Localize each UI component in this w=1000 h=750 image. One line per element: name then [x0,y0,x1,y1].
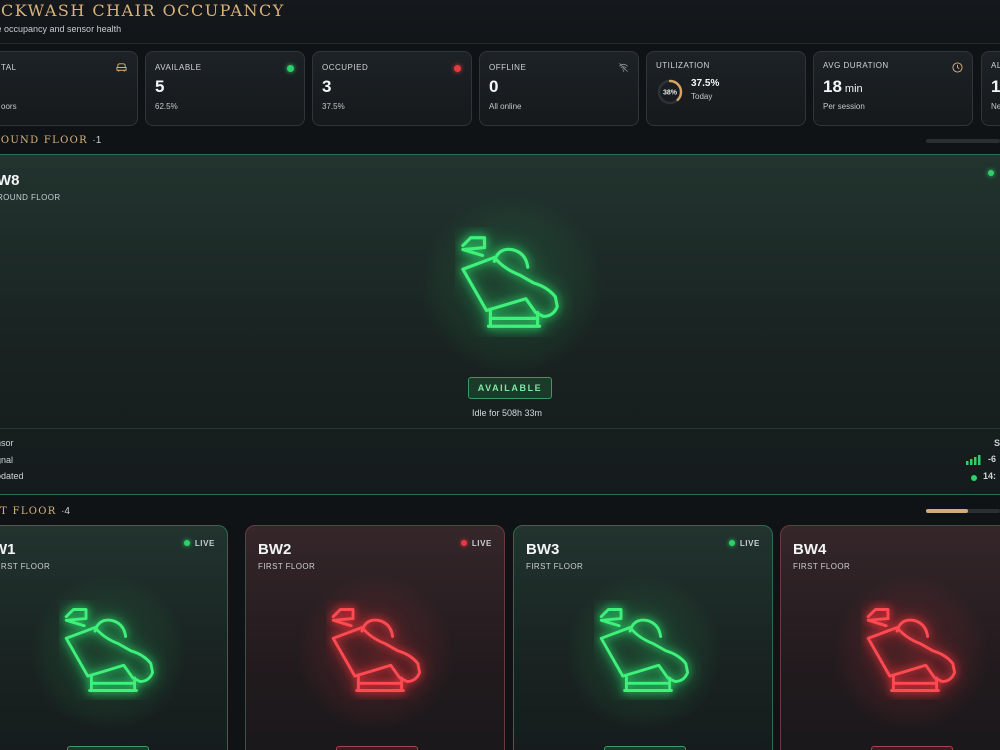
stat-sub-utilization: Today [691,92,713,101]
chair-card-w8[interactable]: W8 ROUND FLOOR AVAILABLE Idle for 508h 3… [0,154,1000,495]
status-dot-green [287,65,294,72]
stat-sub-occupied: 37.5% [322,102,345,111]
chair-name: W1 [0,541,16,558]
washbasin-chair-icon [599,608,690,692]
stat-sub-partial: Ne [991,102,1000,111]
floor-count-first: ·4 [61,506,70,517]
washbasin-chair-icon [64,608,155,692]
stat-value-available: 5 [155,77,165,96]
live-indicator: LIVE [460,539,492,548]
status-badge [604,746,686,750]
chair-card-bw3[interactable]: BW3 FIRST FLOOR LIVE [513,525,773,750]
chair-card-bw4[interactable]: BW4 FIRST FLOOR [780,525,1000,750]
status-badge: AVAILABLE [468,377,552,399]
stat-value-offline: 0 [489,77,499,96]
chair-floor: FIRST FLOOR [258,562,316,571]
chair-name: W8 [0,172,20,189]
meta-label-sensor: nsor [0,438,14,448]
stat-card-available[interactable]: AVAILABLE 5 62.5% [145,51,305,126]
washbasin-chair-icon [866,608,957,692]
stat-value-avg-duration: 18 min [823,77,863,97]
stat-card-total[interactable]: TAL oors [0,51,138,126]
scrollbar-thumb-first[interactable] [926,509,969,513]
meta-value-sensor: S [994,438,1000,448]
chair-floor: FIRST FLOOR [793,562,851,571]
stat-label-utilization: UTILIZATION [656,61,710,70]
live-dot [460,540,467,546]
washbasin-chair-icon [331,608,422,692]
live-dot [728,540,735,546]
chair-name: BW2 [258,541,292,558]
floor-count-ground: ·1 [92,135,102,146]
stat-sub-total: oors [1,102,17,111]
app-header: ACKWASH CHAIR OCCUPANCY ve occupancy and… [0,0,1000,44]
clock-icon [952,62,963,73]
stat-label-partial: AL [991,61,1000,70]
status-badge [871,746,953,750]
floor-scrollbar-first[interactable] [926,509,1000,513]
floor-name-ground: ROUND FLOOR [0,135,88,146]
status-dot-red [454,65,461,72]
floor-name-first: ST FLOOR [0,506,57,517]
stat-label-occupied: OCCUPIED [322,63,369,72]
chair-name: BW4 [793,541,827,558]
chair-card-w1[interactable]: W1 FIRST FLOOR LIVE [0,525,228,750]
live-label: LIVE [739,539,760,548]
live-dot [183,540,190,546]
chair-floor: FIRST FLOOR [526,562,584,571]
utilization-ring-text: 38% [663,90,678,97]
stat-value-partial: 1 [991,77,1000,96]
stat-value-utilization: 37.5% [691,78,720,89]
updated-dot [971,475,977,481]
live-label: LIVE [194,539,215,548]
stat-card-offline[interactable]: OFFLINE 0 All online [479,51,639,126]
avg-duration-number: 18 [823,77,842,96]
utilization-ring: 38% [657,79,683,105]
avg-duration-unit: min [844,83,863,95]
page-title: ACKWASH CHAIR OCCUPANCY [0,1,285,20]
washbasin-chair-icon [461,236,559,328]
floor-scrollbar-ground[interactable] [926,139,1000,143]
stat-label-total: TAL [1,63,17,72]
live-indicator-dot [988,170,994,176]
live-indicator: LIVE [728,539,760,548]
meta-value-updated: 14: [983,471,997,481]
meta-label-updated: odated [0,471,24,481]
wifi-off-icon [619,63,628,72]
chair-icon [116,63,127,72]
stat-value-occupied: 3 [322,77,332,96]
idle-time: Idle for 508h 33m [472,408,543,418]
signal-bars-icon [966,455,981,465]
status-badge [67,746,149,750]
chair-name: BW3 [526,541,560,558]
floor-title-ground: ROUND FLOOR ·1 [0,135,101,146]
stat-sub-avg-duration: Per session [823,102,865,111]
status-badge [336,746,418,750]
stat-card-occupied[interactable]: OCCUPIED 3 37.5% [312,51,472,126]
chair-floor: ROUND FLOOR [0,193,61,202]
live-indicator: LIVE [183,539,215,548]
live-label: LIVE [471,539,492,548]
stat-sub-offline: All online [489,102,522,111]
stat-label-available: AVAILABLE [155,63,202,72]
stat-label-avg-duration: AVG DURATION [823,61,889,70]
meta-value-signal: -6 [988,454,997,464]
floor-title-first: ST FLOOR ·4 [0,506,70,517]
stat-label-offline: OFFLINE [489,63,527,72]
chair-card-bw2[interactable]: BW2 FIRST FLOOR LIVE [245,525,505,750]
stat-sub-available: 62.5% [155,102,178,111]
chair-floor: FIRST FLOOR [0,562,51,571]
page-subtitle: ve occupancy and sensor health [0,24,122,34]
stat-card-partial[interactable]: AL 1 Ne [981,51,1000,126]
divider [0,428,1000,429]
meta-label-signal: gnal [0,455,14,465]
stat-card-avg-duration[interactable]: AVG DURATION 18 min Per session [813,51,973,126]
stat-card-utilization[interactable]: UTILIZATION 38% 37.5% Today [646,51,806,126]
